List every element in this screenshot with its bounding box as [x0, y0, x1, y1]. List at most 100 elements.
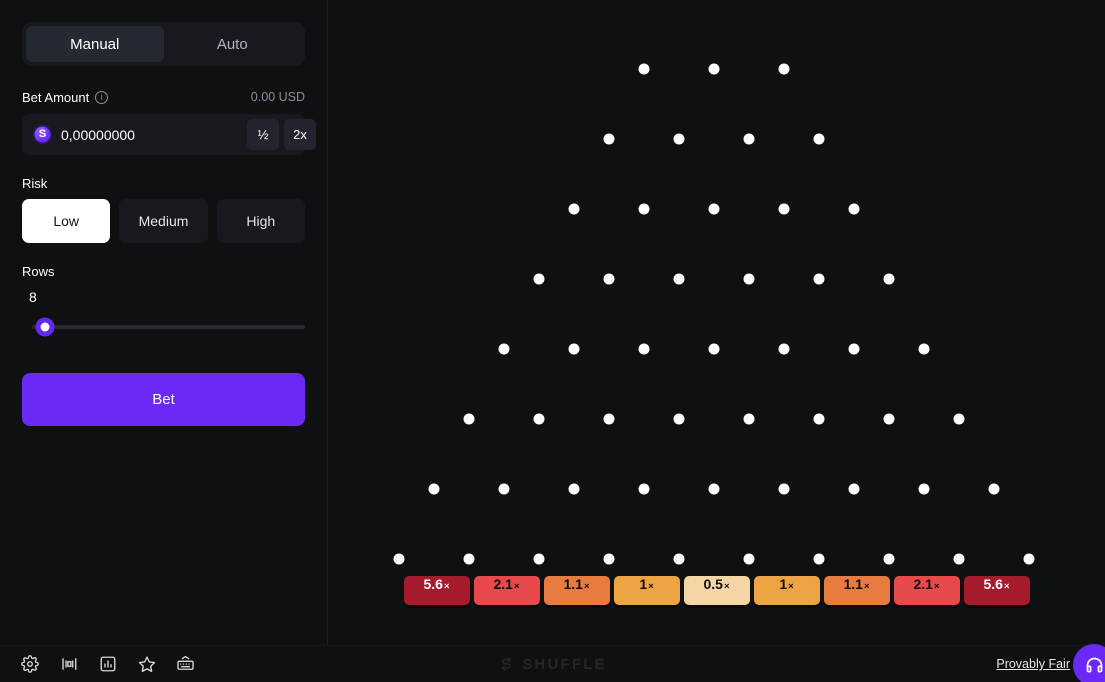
peg [848, 483, 860, 495]
multiplier-suffix: × [863, 581, 870, 592]
rows-slider-thumb[interactable] [35, 317, 55, 337]
peg [428, 483, 440, 495]
multiplier-value: 2.1 [913, 576, 933, 592]
peg [743, 273, 755, 285]
multiplier-value: 5.6 [983, 576, 1003, 592]
peg [708, 63, 720, 75]
peg [918, 483, 930, 495]
peg [498, 483, 510, 495]
multiplier-suffix: × [513, 581, 520, 592]
bet-sidebar: Manual Auto Bet Amount i 0.00 USD S ½ [0, 0, 328, 645]
multiplier-value: 1.1 [843, 576, 863, 592]
star-icon[interactable] [137, 655, 156, 674]
stats-icon[interactable] [98, 655, 117, 674]
peg [603, 133, 615, 145]
footer-bar: SHUFFLE Provably Fair [0, 644, 1105, 682]
peg [533, 413, 545, 425]
peg [848, 203, 860, 215]
peg [638, 343, 650, 355]
plinko-app: Manual Auto Bet Amount i 0.00 USD S ½ [0, 0, 1105, 682]
game-stage: Manual Auto Bet Amount i 0.00 USD S ½ [0, 0, 1105, 645]
peg [813, 553, 825, 565]
peg [393, 553, 405, 565]
tab-auto-label: Auto [216, 35, 248, 53]
multiplier-slot: 1 × [613, 576, 680, 605]
bet-amount-label-group: Bet Amount i [22, 89, 109, 105]
multiplier-slot: 1.1 × [543, 576, 610, 605]
provably-fair-link[interactable]: Provably Fair [996, 657, 1070, 671]
peg [988, 483, 1000, 495]
risk-option-low[interactable]: Low [22, 199, 111, 243]
shuffle-coin-icon: S [33, 125, 52, 144]
multiplier-suffix: × [933, 581, 940, 592]
multiplier-suffix: × [1003, 581, 1010, 592]
support-chat-button[interactable] [1073, 644, 1105, 682]
multiplier-slot: 2.1 × [473, 576, 540, 605]
keyboard-icon[interactable] [176, 655, 195, 674]
headset-icon [1086, 657, 1102, 672]
peg [1023, 553, 1035, 565]
multiplier-suffix: × [583, 581, 590, 592]
multiplier-suffix: × [648, 581, 654, 592]
multiplier-suffix: × [723, 581, 730, 592]
multiplier-slot: 5.6 × [403, 576, 470, 605]
peg [883, 413, 895, 425]
peg [743, 413, 755, 425]
peg [568, 343, 580, 355]
risk-option-medium[interactable]: Medium [119, 199, 208, 243]
info-icon[interactable]: i [95, 90, 109, 104]
multiplier-value: 1.1 [563, 576, 583, 592]
rows-slider[interactable] [22, 317, 305, 337]
multiplier-value: 2.1 [493, 576, 513, 592]
peg [708, 483, 720, 495]
peg [673, 413, 685, 425]
peg [813, 413, 825, 425]
peg [778, 483, 790, 495]
peg [498, 343, 510, 355]
peg [568, 203, 580, 215]
tab-manual[interactable]: Manual [26, 26, 164, 62]
peg [673, 553, 685, 565]
mode-tabs: Manual Auto [22, 22, 305, 66]
coin-symbol: S [38, 128, 47, 140]
bet-amount-header: Bet Amount i 0.00 USD [22, 88, 305, 106]
peg [603, 273, 615, 285]
half-bet-button[interactable]: ½ [247, 119, 279, 150]
multiplier-row: 5.6 × 2.1 × 1.1 × 1 × 0.5 × 1 × 1.1 × 2.1 × 5.6 × [328, 576, 1105, 605]
tab-auto[interactable]: Auto [164, 26, 302, 62]
peg [953, 553, 965, 565]
multiplier-suffix: × [788, 581, 794, 592]
peg [463, 553, 475, 565]
bet-amount-label: Bet Amount [22, 89, 90, 105]
double-bet-button[interactable]: 2x [284, 119, 316, 150]
gear-icon[interactable] [20, 655, 39, 674]
peg [778, 203, 790, 215]
risk-option-high[interactable]: High [216, 199, 305, 243]
peg [603, 553, 615, 565]
bet-amount-box: S ½ 2x [22, 114, 316, 155]
rows-value: 8 [29, 289, 37, 305]
bet-amount-input[interactable] [61, 126, 242, 143]
rows-label: Rows [22, 264, 55, 279]
peg [778, 63, 790, 75]
multiplier-slot: 1 × [753, 576, 820, 605]
peg [603, 413, 615, 425]
multiplier-slot: 2.1 × [893, 576, 960, 605]
bet-button[interactable]: Bet [22, 373, 305, 426]
multiplier-value: 1 [639, 576, 648, 592]
peg [638, 483, 650, 495]
peg [743, 553, 755, 565]
multiplier-slot: 0.5 × [683, 576, 750, 605]
peg [673, 273, 685, 285]
peg [883, 553, 895, 565]
rows-slider-track[interactable] [32, 325, 305, 329]
peg [533, 553, 545, 565]
sound-icon[interactable] [59, 655, 78, 674]
peg [953, 413, 965, 425]
shuffle-brand-text: SHUFFLE [522, 655, 607, 673]
multiplier-slot: 1.1 × [823, 576, 890, 605]
peg [708, 203, 720, 215]
multiplier-value: 1 [779, 576, 788, 592]
peg [918, 343, 930, 355]
peg [568, 483, 580, 495]
